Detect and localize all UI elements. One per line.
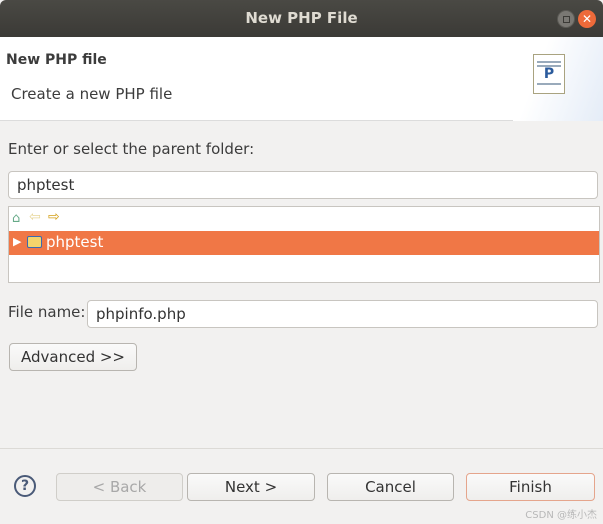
advanced-button[interactable]: Advanced >> [9,343,137,371]
forward-arrow-icon[interactable]: ⇨ [48,209,60,225]
title-bar: New PHP File [0,0,603,37]
parent-folder-input[interactable]: phptest [8,171,598,199]
maximize-button[interactable] [557,10,575,28]
separator [0,448,603,449]
back-button: < Back [56,473,183,501]
tree-item-label: phptest [46,233,104,251]
finish-button[interactable]: Finish [466,473,595,501]
file-name-label: File name: [8,303,86,321]
wizard-description: Create a new PHP file [11,85,173,103]
file-name-input[interactable]: phpinfo.php [87,300,598,328]
home-icon[interactable]: ⌂ [12,211,20,226]
back-arrow-icon[interactable]: ⇦ [29,209,41,225]
watermark: CSDN @练小杰 [525,510,597,521]
close-button[interactable]: ✕ [578,10,596,28]
folder-tree[interactable]: ⌂ ⇦ ⇨ ▶ phptest [8,206,600,283]
folder-label: Enter or select the parent folder: [8,140,255,158]
next-button[interactable]: Next > [187,473,315,501]
cancel-button[interactable]: Cancel [327,473,454,501]
wizard-title: New PHP file [6,52,107,68]
window-title: New PHP File [245,9,358,27]
php-file-icon: P [533,54,565,94]
project-folder-icon [27,236,42,248]
wizard-header: New PHP file Create a new PHP file P [0,37,603,121]
help-icon[interactable]: ? [14,475,36,497]
tree-item-phptest[interactable]: ▶ phptest [9,231,599,255]
expand-arrow-icon[interactable]: ▶ [13,235,21,248]
